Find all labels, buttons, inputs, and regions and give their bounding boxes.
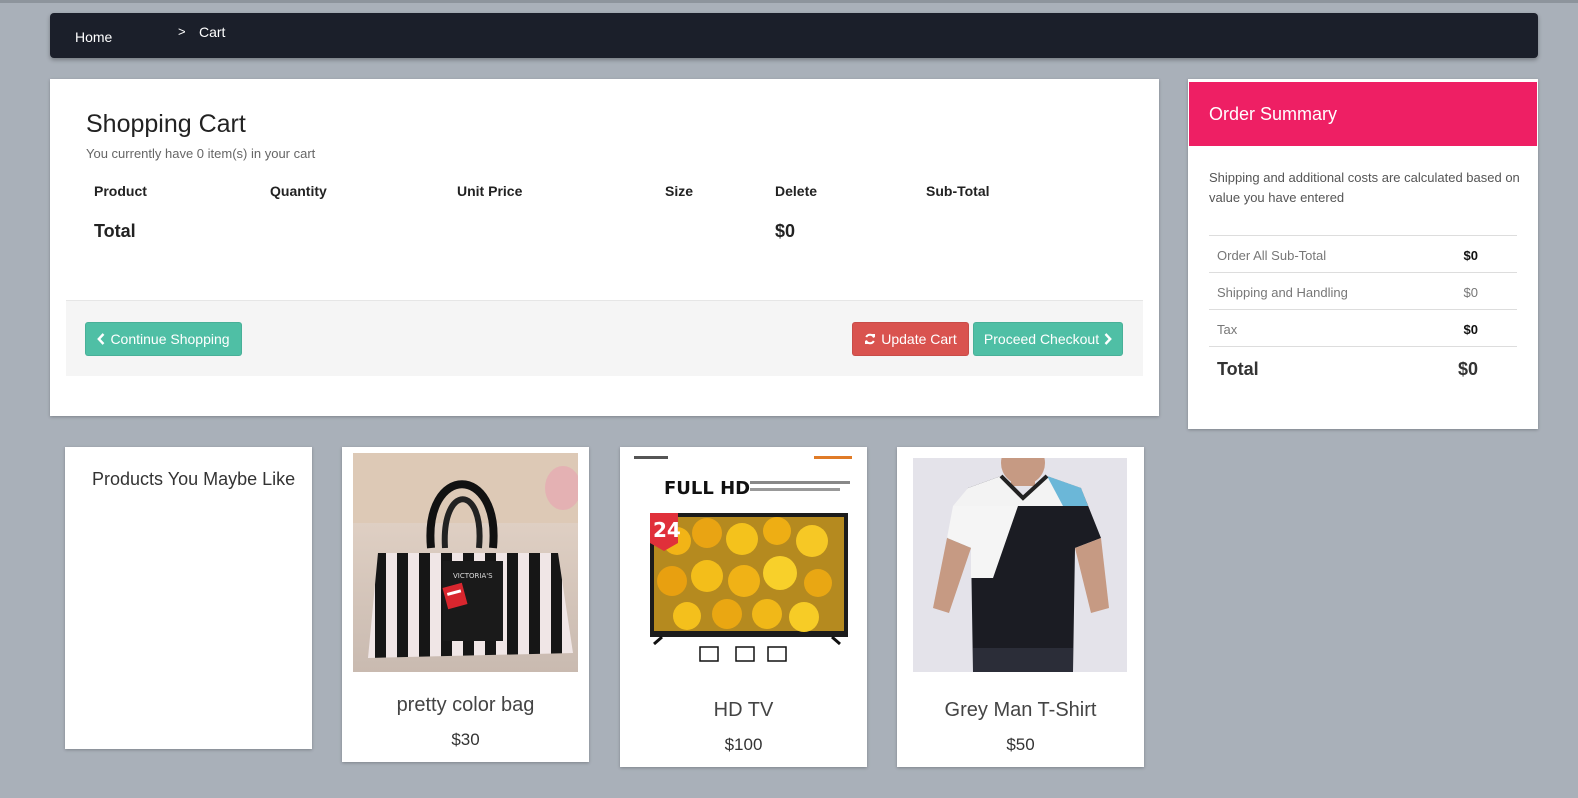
product-name[interactable]: Grey Man T-Shirt (897, 699, 1144, 722)
cart-total-value: $0 (775, 221, 796, 241)
continue-shopping-button[interactable]: Continue Shopping (85, 322, 242, 356)
column-header-product: Product (94, 183, 147, 199)
summary-row-shipping: Shipping and Handling $0 (1209, 272, 1517, 309)
summary-row-value: $0 (1463, 248, 1478, 263)
cart-total-label: Total (94, 221, 136, 241)
column-header-subtotal: Sub-Total (926, 183, 990, 199)
product-name[interactable]: HD TV (620, 699, 867, 722)
summary-row-total: Total $0 (1209, 346, 1517, 390)
product-card[interactable]: FULL HD 24 HD TV $100 (620, 447, 867, 767)
update-cart-button[interactable]: Update Cart (852, 322, 969, 356)
summary-total-label: Total (1217, 359, 1259, 379)
product-price: $100 (724, 735, 763, 754)
cart-actions-bar: Continue Shopping Update Cart Proceed Ch… (66, 300, 1143, 376)
tv-image-badge: 24 (653, 518, 681, 542)
chevron-left-icon (97, 333, 105, 345)
summary-row-value: $0 (1463, 285, 1478, 300)
order-summary-note: Shipping and additional costs are calcul… (1209, 170, 1520, 205)
svg-text:VICTORIA'S: VICTORIA'S (453, 572, 493, 580)
recommendations-title: Products You Maybe Like (92, 469, 296, 489)
summary-total-value: $0 (1457, 359, 1478, 379)
summary-row-subtotal: Order All Sub-Total $0 (1209, 235, 1517, 272)
chevron-right-icon (1104, 333, 1112, 345)
summary-row-tax: Tax $0 (1209, 309, 1517, 346)
top-edge (0, 0, 1578, 3)
column-header-unit-price: Unit Price (457, 183, 523, 199)
summary-row-label: Order All Sub-Total (1217, 248, 1327, 263)
column-header-quantity: Quantity (270, 183, 327, 199)
order-summary-header: Order Summary (1189, 82, 1537, 146)
breadcrumb: Home > Cart (50, 13, 1538, 58)
bag-image[interactable]: VICTORIA'S (353, 453, 578, 672)
proceed-checkout-label: Proceed Checkout (983, 331, 1100, 347)
tv-image[interactable]: FULL HD 24 (632, 451, 855, 671)
proceed-checkout-button[interactable]: Proceed Checkout (973, 322, 1123, 356)
cart-item-count-text: You currently have 0 item(s) in your car… (86, 146, 316, 161)
refresh-icon (865, 333, 876, 345)
summary-row-label: Tax (1217, 322, 1238, 337)
breadcrumb-home-link[interactable]: Home (75, 29, 112, 45)
summary-row-value: $0 (1463, 322, 1478, 337)
continue-shopping-label: Continue Shopping (110, 331, 230, 347)
recommendations-title-card: Products You Maybe Like (65, 447, 312, 749)
tv-image-headline: FULL HD (664, 478, 750, 499)
product-card[interactable]: VICTORIA'S pretty color bag $30 (342, 447, 589, 762)
page-title: Shopping Cart (86, 110, 246, 138)
order-summary-title: Order Summary (1209, 104, 1338, 124)
summary-row-label: Shipping and Handling (1217, 285, 1348, 300)
tshirt-image[interactable] (913, 458, 1127, 672)
breadcrumb-separator: > (178, 24, 186, 39)
order-summary-panel: Order Summary Shipping and additional co… (1188, 79, 1538, 429)
column-header-delete: Delete (775, 183, 818, 199)
product-price: $30 (451, 730, 480, 749)
update-cart-label: Update Cart (881, 331, 957, 347)
column-header-size: Size (665, 183, 694, 199)
product-card[interactable]: Grey Man T-Shirt $50 (897, 447, 1144, 767)
cart-panel: Shopping Cart You currently have 0 item(… (50, 79, 1159, 416)
breadcrumb-current: Cart (199, 24, 226, 40)
product-price: $50 (1006, 735, 1035, 754)
product-name[interactable]: pretty color bag (342, 694, 589, 717)
